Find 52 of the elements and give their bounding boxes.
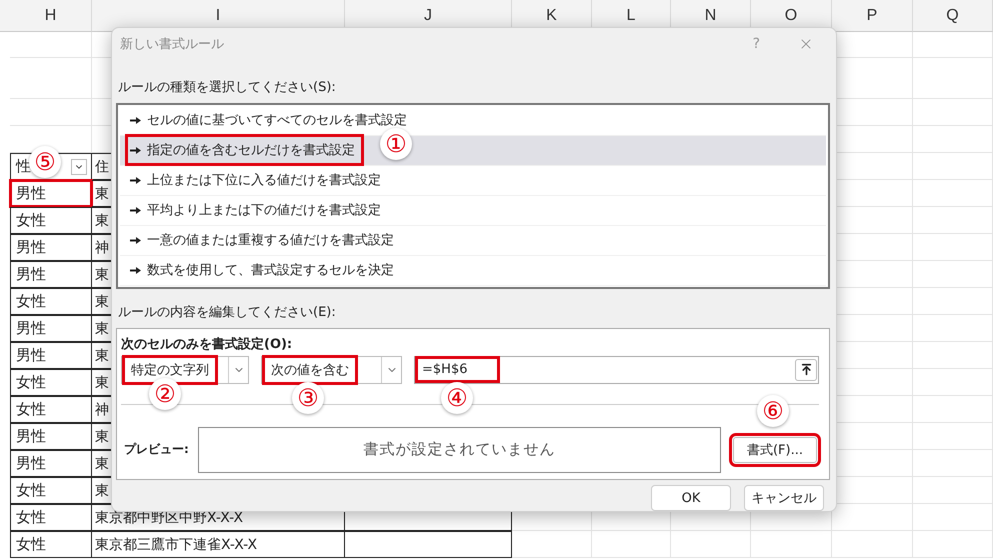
table-cell: 東 bbox=[95, 212, 109, 230]
table-cell: 東 bbox=[95, 346, 109, 364]
column-header[interactable]: H bbox=[10, 0, 92, 32]
column-header[interactable]: Q bbox=[913, 0, 993, 32]
collapse-icon[interactable] bbox=[795, 358, 817, 381]
table-cell: 東 bbox=[95, 428, 109, 446]
pointer-icon bbox=[130, 266, 141, 274]
dialog-button[interactable]: キャンセル bbox=[744, 485, 824, 511]
section-label: ルールの種類を選択してください(S): bbox=[118, 78, 337, 96]
table-cell: 東 bbox=[95, 320, 109, 338]
table-cell: 男性 bbox=[16, 238, 46, 257]
table-cell: 東京都三鷹市下連雀X-X-X bbox=[95, 536, 258, 554]
table-cell: 男性 bbox=[16, 346, 46, 365]
table-cell: 女性 bbox=[16, 535, 46, 554]
table-cell: 東 bbox=[95, 374, 109, 392]
pointer-icon bbox=[130, 176, 141, 184]
table-cell: 神 bbox=[95, 400, 109, 418]
table-cell: 男性 bbox=[16, 427, 46, 446]
value-field[interactable]: =$H$6 bbox=[414, 356, 819, 384]
table-cell: 男性 bbox=[16, 184, 46, 203]
pointer-icon bbox=[130, 236, 141, 244]
column-header[interactable]: P bbox=[832, 0, 913, 32]
table-cell: 東 bbox=[95, 482, 109, 500]
table-cell: 男性 bbox=[16, 319, 46, 338]
table-cell: 女性 bbox=[16, 508, 46, 527]
pointer-icon bbox=[130, 206, 141, 214]
table-cell: 女性 bbox=[16, 400, 46, 419]
section-label: ルールの内容を編集してください(E): bbox=[118, 304, 337, 321]
table-cell: 女性 bbox=[16, 211, 46, 230]
table-cell: 東 bbox=[95, 454, 109, 472]
table-cell: 女性 bbox=[16, 292, 46, 311]
type-dropdown[interactable]: 特定の文字列 bbox=[121, 356, 249, 384]
pointer-icon bbox=[130, 146, 141, 154]
table-cell: 神 bbox=[95, 238, 109, 256]
condition-label: 次のセルのみを書式設定(O): bbox=[121, 336, 294, 353]
table-cell: 東 bbox=[95, 292, 109, 310]
table-cell: 東 bbox=[95, 266, 109, 284]
window-title: 新しい書式ルール bbox=[120, 36, 224, 54]
table-cell: 東 bbox=[95, 184, 109, 202]
table-cell: 住 bbox=[95, 158, 109, 176]
pointer-icon bbox=[130, 116, 141, 124]
dialog-button[interactable]: OK bbox=[651, 485, 731, 511]
table-cell: 女性 bbox=[16, 373, 46, 392]
table-cell: 性 bbox=[16, 157, 31, 176]
table-cell: 女性 bbox=[16, 481, 46, 500]
preview-label: プレビュー: bbox=[123, 441, 190, 458]
table-cell: 男性 bbox=[16, 265, 46, 284]
preview-box: 書式が設定されていません bbox=[198, 426, 721, 473]
step-number: ⑤ bbox=[29, 146, 61, 178]
table-cell: 男性 bbox=[16, 454, 46, 473]
filter-button[interactable] bbox=[71, 158, 87, 174]
operator-dropdown[interactable]: 次の値を含む bbox=[261, 356, 402, 384]
